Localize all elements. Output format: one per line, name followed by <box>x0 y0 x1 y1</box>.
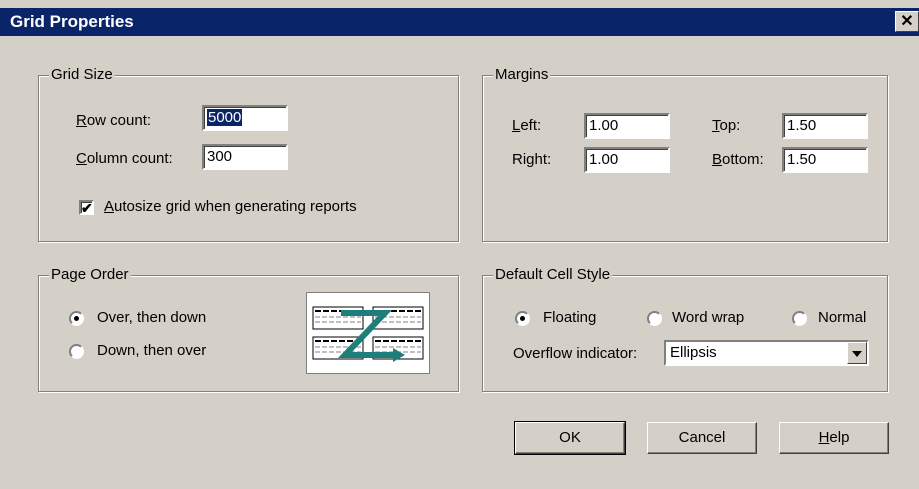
window-title: Grid Properties <box>10 12 134 31</box>
column-count-label: Column count: <box>76 150 173 167</box>
over-then-down-label: Over, then down <box>97 309 207 326</box>
top-margin-input[interactable]: 1.50 <box>782 113 868 139</box>
page-order-title: Page Order <box>49 266 131 284</box>
normal-label: Normal <box>818 309 867 326</box>
down-then-over-label: Down, then over <box>97 342 207 359</box>
bottom-margin-input[interactable]: 1.50 <box>782 147 868 173</box>
left-margin-input[interactable]: 1.00 <box>584 113 670 139</box>
autosize-checkbox[interactable]: ✔ <box>79 200 94 215</box>
normal-radio[interactable] <box>792 311 807 326</box>
close-button[interactable]: ✕ <box>895 11 919 32</box>
row-count-label: Row count: <box>76 112 152 129</box>
cancel-button[interactable]: Cancel <box>647 422 757 454</box>
word-wrap-radio[interactable] <box>647 311 662 326</box>
grid-size-title: Grid Size <box>49 66 115 84</box>
default-cell-style-title: Default Cell Style <box>493 266 613 284</box>
overflow-indicator-value: Ellipsis <box>670 344 717 361</box>
page-order-z-icon <box>306 292 430 374</box>
bottom-margin-label: Bottom: <box>712 151 764 168</box>
ok-button[interactable]: OK <box>514 421 626 455</box>
over-then-down-radio[interactable] <box>69 311 84 326</box>
autosize-label: Autosize grid when generating reports <box>104 198 357 215</box>
chevron-down-icon[interactable] <box>847 342 867 364</box>
row-count-input[interactable]: 5000 <box>202 105 288 131</box>
right-margin-label: Right: <box>512 151 552 168</box>
grid-properties-dialog: Grid Properties ✕ Grid Size Row count: 5… <box>0 0 919 489</box>
column-count-input[interactable]: 300 <box>202 144 288 170</box>
left-margin-label: Left: <box>512 117 542 134</box>
overflow-indicator-select[interactable]: Ellipsis <box>664 340 869 366</box>
right-margin-input[interactable]: 1.00 <box>584 147 670 173</box>
top-margin-label: Top: <box>712 117 741 134</box>
down-then-over-radio[interactable] <box>69 344 84 359</box>
overflow-indicator-label: Overflow indicator: <box>513 345 638 362</box>
floating-radio[interactable] <box>515 311 530 326</box>
margins-title: Margins <box>493 66 551 84</box>
help-button[interactable]: Help <box>779 422 889 454</box>
default-cell-style-group: Default Cell Style <box>482 266 888 392</box>
word-wrap-label: Word wrap <box>672 309 745 326</box>
floating-label: Floating <box>543 309 597 326</box>
title-bar: Grid Properties ✕ <box>0 8 919 36</box>
